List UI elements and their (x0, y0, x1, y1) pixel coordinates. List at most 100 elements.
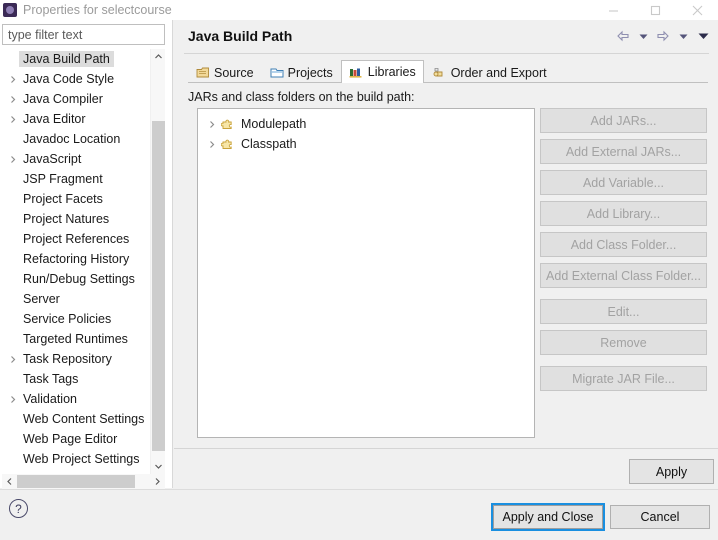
sidebar-item-jsp-fragment[interactable]: JSP Fragment (2, 169, 150, 189)
sidebar-item-web-page-editor[interactable]: Web Page Editor (2, 429, 150, 449)
sidebar-item-label: Project Natures (23, 212, 110, 226)
expand-chevron-icon[interactable] (206, 120, 218, 129)
add-class-folder-button: Add Class Folder... (540, 232, 707, 257)
expand-chevron-icon[interactable] (6, 392, 20, 406)
tree-row-label: Classpath (241, 137, 297, 151)
properties-dialog: Properties for selectcourse Java Build P… (0, 0, 718, 540)
sidebar-item-label: JavaScript (23, 152, 82, 166)
sidebar-item-label: Java Editor (23, 112, 86, 126)
sidebar-item-label: Refactoring History (23, 252, 130, 266)
close-icon[interactable] (676, 0, 718, 20)
sidebar-item-service-policies[interactable]: Service Policies (2, 309, 150, 329)
panel-divider (172, 20, 173, 488)
window-title: Properties for selectcourse (23, 3, 172, 17)
tab-label: Projects (287, 65, 333, 80)
sidebar-item-javadoc-location[interactable]: Javadoc Location (2, 129, 150, 149)
help-icon[interactable]: ? (9, 499, 28, 518)
tab-projects[interactable]: Projects (262, 61, 341, 83)
sidebar-horizontal-scrollbar[interactable] (2, 474, 165, 489)
sidebar-item-project-natures[interactable]: Project Natures (2, 209, 150, 229)
sidebar-item-label: Web Page Editor (23, 432, 118, 446)
expand-chevron-icon[interactable] (206, 140, 218, 149)
scroll-down-icon[interactable] (151, 459, 166, 474)
dialog-footer: ? Apply and Close Cancel (0, 489, 718, 540)
sidebar-item-label: Web Content Settings (23, 412, 145, 426)
tab-strip: Source Projects Libraries Order and Export (188, 60, 555, 83)
minimize-icon[interactable] (592, 0, 634, 20)
sidebar-item-java-build-path[interactable]: Java Build Path (2, 49, 150, 69)
projects-icon (270, 66, 284, 79)
maximize-icon[interactable] (634, 0, 676, 20)
tab-order-and-export[interactable]: Order and Export (424, 61, 555, 83)
build-path-actions: Add JARs... Add External JARs... Add Varia… (540, 108, 707, 397)
sidebar-item-java-editor[interactable]: Java Editor (2, 109, 150, 129)
sidebar-item-run-debug-settings[interactable]: Run/Debug Settings (2, 269, 150, 289)
sidebar-item-label: Task Tags (23, 372, 79, 386)
tree-row-classpath[interactable]: Classpath (198, 134, 534, 154)
back-arrow-icon[interactable] (614, 28, 632, 44)
forward-arrow-icon[interactable] (654, 28, 672, 44)
page-title: Java Build Path (188, 28, 293, 44)
page-navigation (614, 28, 712, 44)
eclipse-icon (3, 3, 17, 17)
sidebar-item-refactoring-history[interactable]: Refactoring History (2, 249, 150, 269)
title-bar: Properties for selectcourse (0, 0, 718, 20)
cancel-button[interactable]: Cancel (610, 505, 710, 529)
expand-chevron-icon[interactable] (6, 72, 20, 86)
sidebar-item-project-facets[interactable]: Project Facets (2, 189, 150, 209)
tab-libraries[interactable]: Libraries (340, 60, 424, 83)
sidebar-item-label: Task Repository (23, 352, 112, 366)
tab-label: Order and Export (450, 65, 547, 80)
sidebar-item-java-code-style[interactable]: Java Code Style (2, 69, 150, 89)
sidebar-item-label: Project References (23, 232, 130, 246)
puzzle-icon (221, 138, 235, 151)
add-library-button: Add Library... (540, 201, 707, 226)
build-path-tree[interactable]: Modulepath Classpath (197, 108, 535, 438)
sidebar-item-validation[interactable]: Validation (2, 389, 150, 409)
expand-chevron-icon[interactable] (6, 152, 20, 166)
sidebar-item-javascript[interactable]: JavaScript (2, 149, 150, 169)
sidebar-vertical-scrollbar[interactable] (150, 49, 165, 474)
sidebar-item-project-references[interactable]: Project References (2, 229, 150, 249)
migrate-jar-file-button: Migrate JAR File... (540, 366, 707, 391)
add-external-jars-button: Add External JARs... (540, 139, 707, 164)
sidebar-item-label: Java Compiler (23, 92, 103, 106)
scrollbar-thumb-horizontal[interactable] (17, 475, 135, 488)
filter-input[interactable] (2, 24, 165, 45)
sidebar-item-task-tags[interactable]: Task Tags (2, 369, 150, 389)
sidebar-item-web-project-settings[interactable]: Web Project Settings (2, 449, 150, 469)
tab-source[interactable]: Source (188, 61, 262, 83)
sidebar-item-label: Run/Debug Settings (23, 272, 135, 286)
apply-button[interactable]: Apply (629, 459, 714, 484)
tab-label: Libraries (367, 65, 416, 79)
sidebar-item-web-content-settings[interactable]: Web Content Settings (2, 409, 150, 429)
tree-row-modulepath[interactable]: Modulepath (198, 114, 534, 134)
sidebar-item-java-compiler[interactable]: Java Compiler (2, 89, 150, 109)
sidebar-item-label: Javadoc Location (23, 132, 121, 146)
apply-and-close-button[interactable]: Apply and Close (491, 503, 605, 531)
add-external-class-folder-button: Add External Class Folder... (540, 263, 707, 288)
settings-sidebar: Java Build Path Java Code Style Java Compi… (0, 20, 172, 489)
expand-chevron-icon[interactable] (6, 92, 20, 106)
settings-page: Java Build Path Source Projects Libraries O… (174, 20, 718, 488)
tree-label: JARs and class folders on the build path… (188, 90, 415, 104)
apply-divider (174, 448, 718, 449)
sidebar-item-label: Project Facets (23, 192, 103, 206)
add-variable-button: Add Variable... (540, 170, 707, 195)
sidebar-item-server[interactable]: Server (2, 289, 150, 309)
add-jars-button: Add JARs... (540, 108, 707, 133)
sidebar-item-task-repository[interactable]: Task Repository (2, 349, 150, 369)
scroll-right-icon[interactable] (150, 474, 165, 489)
remove-button: Remove (540, 330, 707, 355)
expand-chevron-icon[interactable] (6, 352, 20, 366)
scroll-left-icon[interactable] (2, 474, 17, 489)
window-controls (592, 0, 718, 20)
scroll-up-icon[interactable] (151, 49, 166, 64)
forward-dropdown-icon[interactable] (674, 28, 692, 44)
sidebar-item-targeted-runtimes[interactable]: Targeted Runtimes (2, 329, 150, 349)
scrollbar-thumb-vertical[interactable] (152, 121, 165, 451)
view-menu-icon[interactable] (694, 28, 712, 44)
expand-chevron-icon[interactable] (6, 112, 20, 126)
sidebar-item-label: Web Project Settings (23, 452, 140, 466)
back-dropdown-icon[interactable] (634, 28, 652, 44)
